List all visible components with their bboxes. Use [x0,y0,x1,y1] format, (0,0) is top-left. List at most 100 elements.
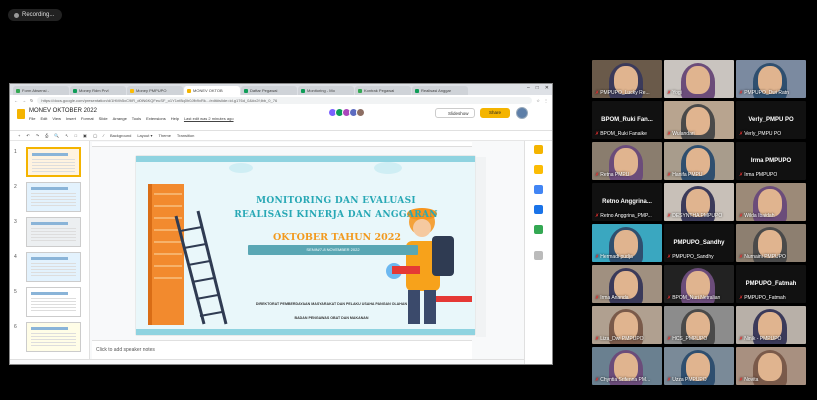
tab-label: Realisasi Anggar [421,88,452,93]
contacts-icon[interactable] [534,205,543,214]
slideshow-button[interactable]: Slideshow [435,108,475,118]
current-slide[interactable]: MONITORING DAN EVALUASI REALISASI KINERJ… [136,156,475,335]
menu-item-file[interactable]: File [29,116,35,121]
add-addon-icon[interactable] [534,251,543,260]
slides-logo-icon[interactable] [17,109,25,119]
browser-tab[interactable]: Monitoring - Mo [298,86,354,95]
toolbar-button[interactable]: Theme [158,133,170,138]
menu-item-view[interactable]: View [52,116,61,121]
speaker-notes[interactable]: Click to add speaker notes [92,340,472,359]
shape-icon[interactable]: ◯ [93,133,97,138]
print-icon[interactable]: ⎙ [45,133,48,138]
document-title[interactable]: MONEV OKTOBER 2022 [29,108,97,114]
participant-tile[interactable]: ✗ Hanifa PMPU [664,142,734,180]
undo-icon[interactable]: ↶ [26,133,29,138]
slide-thumbnail[interactable] [26,182,81,212]
participant-tile[interactable]: ✗ DESYNTHA PMPUPO [664,183,734,221]
participant-name: Ninik - PMPUPO [744,336,782,342]
url-field[interactable]: https://docs.google.com/presentation/d/1… [37,96,533,104]
menu-item-format[interactable]: Format [81,116,94,121]
slide-thumbnail[interactable] [26,287,81,317]
thumbnail-content [32,159,76,173]
browser-tab[interactable]: Money Rdm Prvl [70,86,126,95]
participant-tile[interactable]: Retno Anggrina... ✗ Retno Anggrina_PMP... [592,183,662,221]
participant-tile[interactable]: ✗ Irma Ananda [592,265,662,303]
participant-label: ✗ Liza_Dwi PMPUPO [595,336,644,342]
participant-tile[interactable]: PMPUPO_Fatmah ✗ PMPUPO_Fatmah [736,265,806,303]
participant-tile[interactable]: ✗ PMPUPO_Dwi Ratn [736,60,806,98]
browser-tab[interactable]: Daftar Pegawai [241,86,297,95]
participant-name: PMPUPO_Sandhy [672,254,714,260]
forward-icon[interactable]: → [22,98,26,103]
slide-thumbnail[interactable] [26,147,81,177]
menu-dots-icon[interactable]: ⋮ [544,98,548,103]
toolbar-button[interactable]: Transition [177,133,194,138]
tasks-icon[interactable] [534,185,543,194]
star-icon[interactable]: ☆ [536,98,540,103]
last-edit-link[interactable]: Last edit was 2 minutes ago [184,116,234,121]
menu-item-edit[interactable]: Edit [40,116,47,121]
participant-tile[interactable]: Irma PMPUPO ✗ Irma PMPUPO [736,142,806,180]
menu-item-extensions[interactable]: Extensions [146,116,166,121]
participant-tile[interactable]: PMPUPO_Sandhy ✗ PMPUPO_Sandhy [664,224,734,262]
menu-item-arrange[interactable]: Arrange [113,116,127,121]
participant-tile[interactable]: ✗ Ninik - PMPUPO [736,306,806,344]
muted-mic-icon: ✗ [595,213,600,219]
side-panel [524,141,552,364]
slide-thumbnail[interactable] [26,322,81,352]
participant-tile[interactable]: ✗ Wulandari [664,101,734,139]
toolbar-button[interactable]: Layout ▾ [137,133,152,138]
participant-tile[interactable]: ✗ Novita [736,347,806,385]
participant-tile[interactable]: ✗ Hermadi pudja [592,224,662,262]
menu-item-tools[interactable]: Tools [132,116,141,121]
slide-period: OKTOBER TAHUN 2022 [273,232,401,243]
avatar[interactable] [356,108,365,117]
maximize-icon[interactable]: □ [536,85,539,91]
textbox-icon[interactable]: □ [75,133,77,138]
participant-tile[interactable]: Verly_PMPU PO ✗ Verly_PMPU PO [736,101,806,139]
share-button[interactable]: Share [480,108,510,118]
close-icon[interactable]: ✕ [545,85,549,91]
minimize-icon[interactable]: – [527,85,530,91]
menu-item-slide[interactable]: Slide [99,116,108,121]
vertical-scrollbar[interactable] [476,157,486,337]
browser-tab[interactable]: Form Absensi - [13,86,69,95]
participant-tile[interactable]: ✗ Liza_Dwi PMPUPO [592,306,662,344]
toolbar-button[interactable]: Background [110,133,131,138]
browser-tab[interactable]: MONEV OKTOB [184,86,240,95]
participant-name: Irma Ananda [600,295,629,301]
reload-icon[interactable]: ↻ [30,98,33,103]
participant-tile[interactable]: ✗ Nurnaini PMPUPO [736,224,806,262]
calendar-icon[interactable] [534,145,543,154]
keep-icon[interactable] [534,165,543,174]
menu-item-help[interactable]: Help [171,116,179,121]
zoom-icon[interactable]: 🔍 [54,133,59,138]
participant-name: Wilda Ibaidah [744,213,775,219]
back-icon[interactable]: ← [14,98,18,103]
slide-thumbnail[interactable] [26,217,81,247]
redo-icon[interactable]: ↷ [36,133,39,138]
participant-tile[interactable]: ✗ Wilda Ibaidah [736,183,806,221]
browser-tab[interactable]: Realisasi Anggar [412,86,468,95]
line-icon[interactable]: ∕ [103,133,104,138]
tab-label: Kontrak Pegawai [364,88,395,93]
maps-icon[interactable] [534,225,543,234]
menu-item-insert[interactable]: Insert [66,116,76,121]
participant-tile[interactable]: ✗ HCS_PMPUPO [664,306,734,344]
participant-tile[interactable]: ✗ Yogi [664,60,734,98]
participant-tile[interactable]: ✗ Chyntia Srifenna PM... [592,347,662,385]
slide-thumbnail[interactable] [26,252,81,282]
browser-tab[interactable]: Money PMPUPO [127,86,183,95]
participant-name: PMPUPO_Dwi Ratn [744,90,789,96]
participant-tile[interactable]: BPOM_Ruki Fan... ✗ BPOM_Ruki Fanaike [592,101,662,139]
recording-indicator[interactable]: Recording... [8,9,63,21]
participant-tile[interactable]: ✗ Uzza PMPUPO [664,347,734,385]
participant-tile[interactable]: ✗ Retna PMPU [592,142,662,180]
participant-tile[interactable]: ✗ PMPUPO_Lucky Re... [592,60,662,98]
select-icon[interactable]: ↖ [65,133,68,138]
participant-tile[interactable]: ✗ BPOM_Nuri Netralian [664,265,734,303]
image-icon[interactable]: ▣ [83,133,87,138]
user-avatar[interactable] [516,107,528,119]
add-slide-icon[interactable]: + [18,133,20,138]
browser-tab[interactable]: Kontrak Pegawai [355,86,411,95]
